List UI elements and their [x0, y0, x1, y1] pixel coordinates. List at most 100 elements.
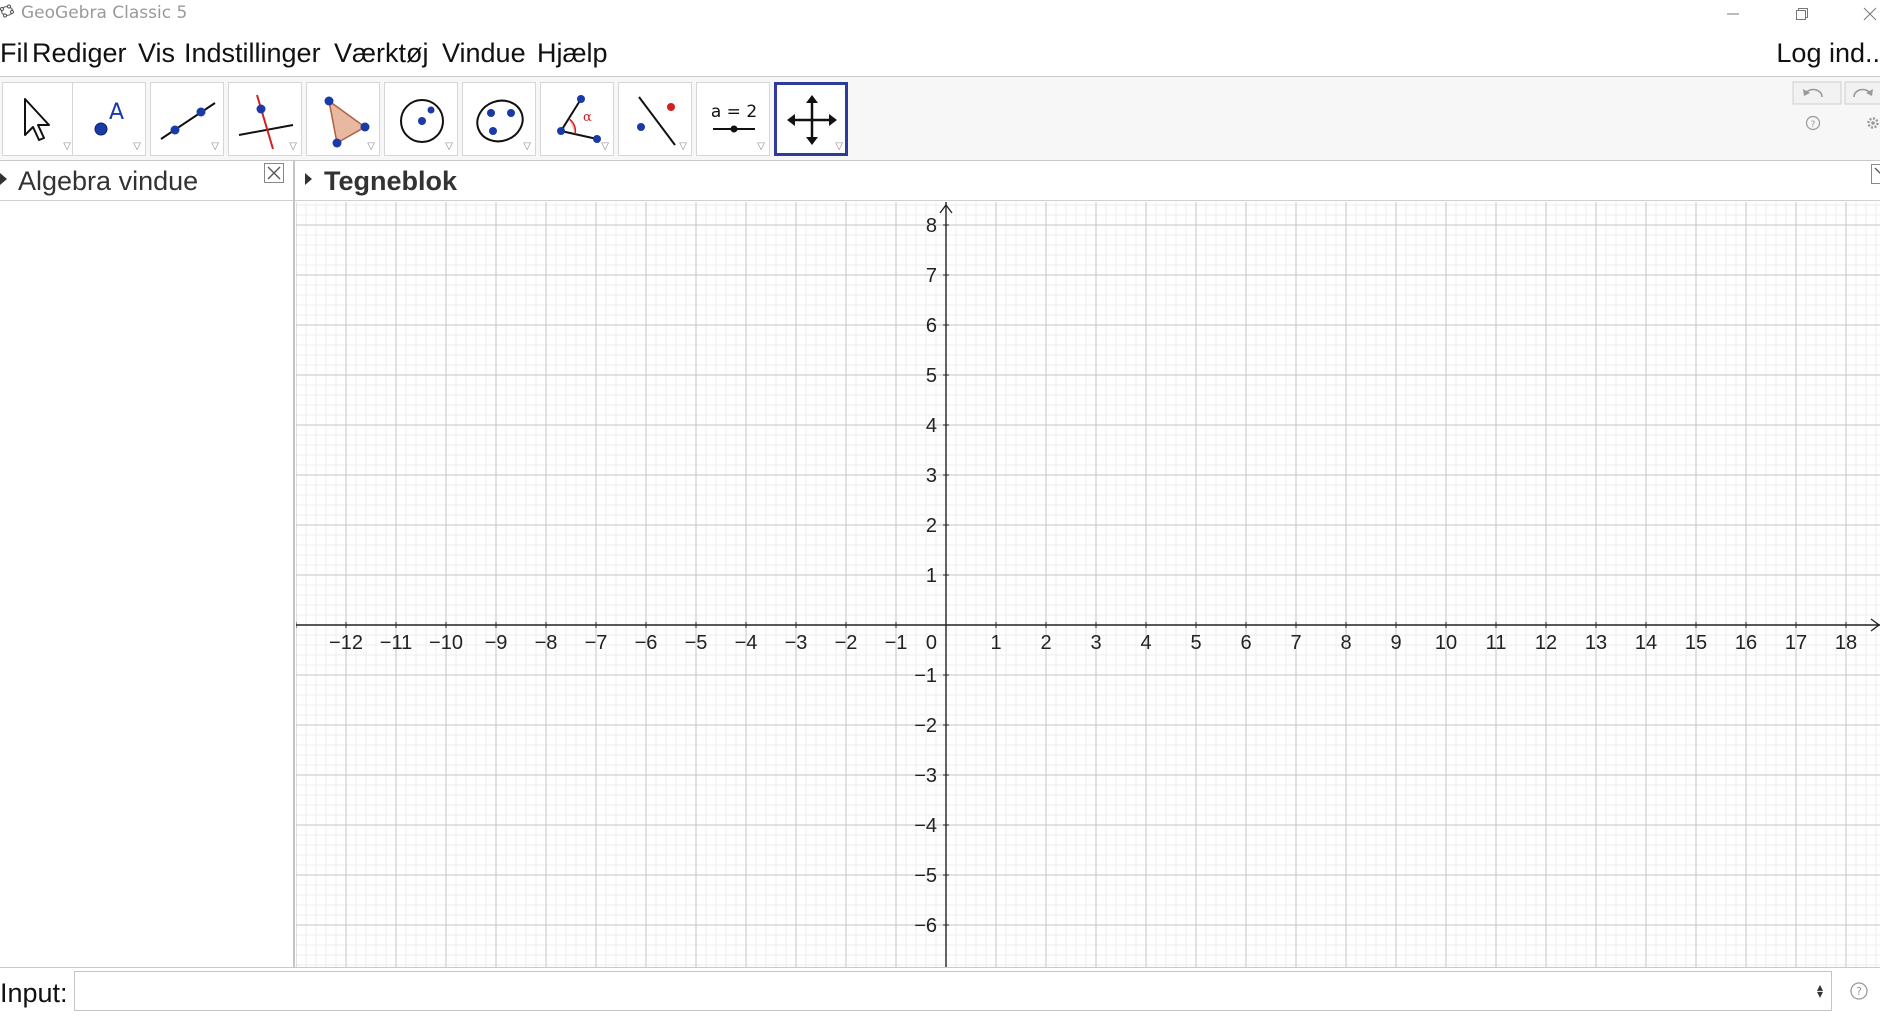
submenu-triangle-icon: ▽ — [757, 141, 765, 152]
submenu-triangle-icon: ▽ — [601, 141, 609, 152]
y-tick-label: 7 — [926, 265, 937, 287]
x-tick-label: −10 — [429, 632, 463, 654]
collapse-triangle-icon[interactable] — [0, 173, 7, 185]
x-tick-label: −1 — [885, 632, 908, 654]
x-tick-label: −7 — [585, 632, 608, 654]
submenu-triangle-icon: ▽ — [679, 141, 687, 152]
x-tick-label: −2 — [835, 632, 858, 654]
submenu-triangle-icon: ▽ — [63, 141, 71, 152]
menu-hjaelp[interactable]: Hjælp — [537, 38, 608, 69]
undo-button[interactable] — [1792, 81, 1842, 105]
collapse-triangle-icon[interactable] — [305, 173, 312, 185]
close-view-icon[interactable] — [263, 162, 285, 184]
close-icon — [1863, 7, 1877, 21]
settings-gear-icon[interactable] — [1867, 117, 1879, 129]
reflect-tool-button[interactable]: ▽ — [618, 82, 692, 156]
x-tick-label: −3 — [785, 632, 808, 654]
angle-tool-button[interactable]: α ▽ — [540, 82, 614, 156]
x-tick-label: 17 — [1785, 632, 1807, 654]
input-history-spinner-icon[interactable]: ▴ ▾ — [1817, 981, 1823, 1000]
input-bar: Input: ▴ ▾ ? — [0, 967, 1880, 1016]
submenu-triangle-icon: ▽ — [523, 141, 531, 152]
x-tick-label: 5 — [1190, 632, 1201, 654]
y-tick-label: 2 — [926, 515, 937, 537]
y-tick-label: −2 — [914, 715, 937, 737]
submenu-triangle-icon: ▽ — [289, 141, 297, 152]
x-tick-label: 12 — [1535, 632, 1557, 654]
restore-icon — [1796, 8, 1808, 20]
close-view-icon[interactable] — [1870, 163, 1880, 185]
svg-text:?: ? — [1811, 120, 1816, 130]
slider-tool-button[interactable]: a = 2 ▽ — [696, 82, 770, 156]
x-tick-label: 11 — [1486, 632, 1507, 654]
menu-vis[interactable]: Vis — [138, 38, 175, 69]
submenu-triangle-icon: ▽ — [133, 141, 141, 152]
x-tick-label: 4 — [1140, 632, 1151, 654]
y-tick-label: 3 — [926, 465, 937, 487]
y-tick-label: −3 — [914, 765, 937, 787]
y-tick-label: −6 — [914, 915, 937, 937]
y-tick-label: −5 — [914, 865, 937, 887]
y-tick-label: −4 — [914, 815, 937, 837]
polygon-tool-button[interactable]: ▽ — [306, 82, 380, 156]
algebra-view-title: Algebra vindue — [18, 166, 199, 196]
x-tick-label: −9 — [485, 632, 508, 654]
menu-bar: Fil Rediger Vis Indstillinger Værktøj Vi… — [0, 34, 1880, 70]
svg-text:?: ? — [1856, 985, 1862, 998]
submenu-triangle-icon: ▽ — [835, 141, 843, 152]
line-tool-button[interactable]: ▽ — [150, 82, 224, 156]
circle-tool-button[interactable]: ▽ — [384, 82, 458, 156]
redo-button[interactable] — [1844, 81, 1880, 105]
geogebra-window: GeoGebra Classic 5 Fil Rediger Vis Indst… — [0, 0, 1880, 1016]
restore-button[interactable] — [1772, 0, 1832, 28]
x-tick-label: 3 — [1090, 632, 1101, 654]
move-graphics-view-tool-button[interactable]: ▽ — [774, 82, 848, 156]
graphics-view-canvas[interactable]: −12 −11 −10 −9 −8 −7 −6 −5 −4 −3 −2 −1 0 1 2 3 4 5 6 7 8 9 10 1… — [296, 202, 1880, 967]
submenu-triangle-icon: ▽ — [211, 141, 219, 152]
menu-fil[interactable]: Fil — [0, 38, 29, 69]
x-tick-label: 15 — [1685, 632, 1707, 654]
graphics-view-title: Tegneblok — [324, 166, 458, 196]
conic-tool-button[interactable]: ▽ — [462, 82, 536, 156]
minimize-button[interactable] — [1703, 0, 1763, 28]
input-field[interactable] — [74, 971, 1832, 1011]
menu-indstillinger[interactable]: Indstillinger — [184, 38, 321, 69]
x-tick-label: 2 — [1040, 632, 1051, 654]
help-icon[interactable]: ? — [1805, 115, 1821, 131]
minimize-icon — [1727, 13, 1739, 15]
login-link[interactable]: Log ind.. — [1776, 38, 1880, 69]
x-tick-label: 14 — [1635, 632, 1657, 654]
window-title: GeoGebra Classic 5 — [21, 3, 188, 23]
x-tick-label: 16 — [1735, 632, 1757, 654]
menu-vaerktoj[interactable]: Værktøj — [334, 38, 429, 69]
help-icon[interactable]: ? — [1849, 981, 1869, 1001]
x-tick-label: −4 — [735, 632, 758, 654]
title-bar: GeoGebra Classic 5 — [0, 0, 1880, 28]
x-tick-label: −11 — [380, 632, 412, 654]
x-tick-label: −12 — [329, 632, 363, 654]
algebra-view-list[interactable] — [0, 202, 293, 966]
y-tick-label: 6 — [926, 315, 937, 337]
pane-splitter[interactable] — [293, 161, 295, 967]
x-tick-label: −5 — [685, 632, 708, 654]
x-tick-label: 18 — [1835, 632, 1857, 654]
point-tool-button[interactable]: A ▽ — [72, 82, 146, 156]
x-tick-label: 8 — [1340, 632, 1351, 654]
menu-rediger[interactable]: Rediger — [32, 38, 127, 69]
close-window-button[interactable] — [1840, 0, 1880, 28]
x-tick-label: −6 — [635, 632, 658, 654]
input-label: Input: — [0, 978, 68, 1008]
perpendicular-line-tool-button[interactable]: ▽ — [228, 82, 302, 156]
y-tick-label: 1 — [926, 565, 937, 587]
graphics-view-header[interactable]: Tegneblok — [295, 161, 1880, 201]
y-tick-label: −1 — [914, 665, 937, 687]
geogebra-logo-icon — [0, 4, 14, 18]
y-axis-tick-labels: 1 2 3 4 5 6 7 8 −1 −2 −3 −4 −5 −6 — [914, 215, 937, 937]
x-tick-label: −8 — [535, 632, 558, 654]
menu-vindue[interactable]: Vindue — [442, 38, 526, 69]
y-tick-label: 5 — [926, 365, 937, 387]
move-tool-button[interactable]: ▽ — [2, 82, 76, 156]
coordinate-plane[interactable]: −12 −11 −10 −9 −8 −7 −6 −5 −4 −3 −2 −1 0 1 2 3 4 5 6 7 8 9 10 1… — [296, 202, 1880, 967]
minor-grid — [296, 202, 1880, 967]
algebra-view-header[interactable]: Algebra vindue — [0, 161, 293, 201]
